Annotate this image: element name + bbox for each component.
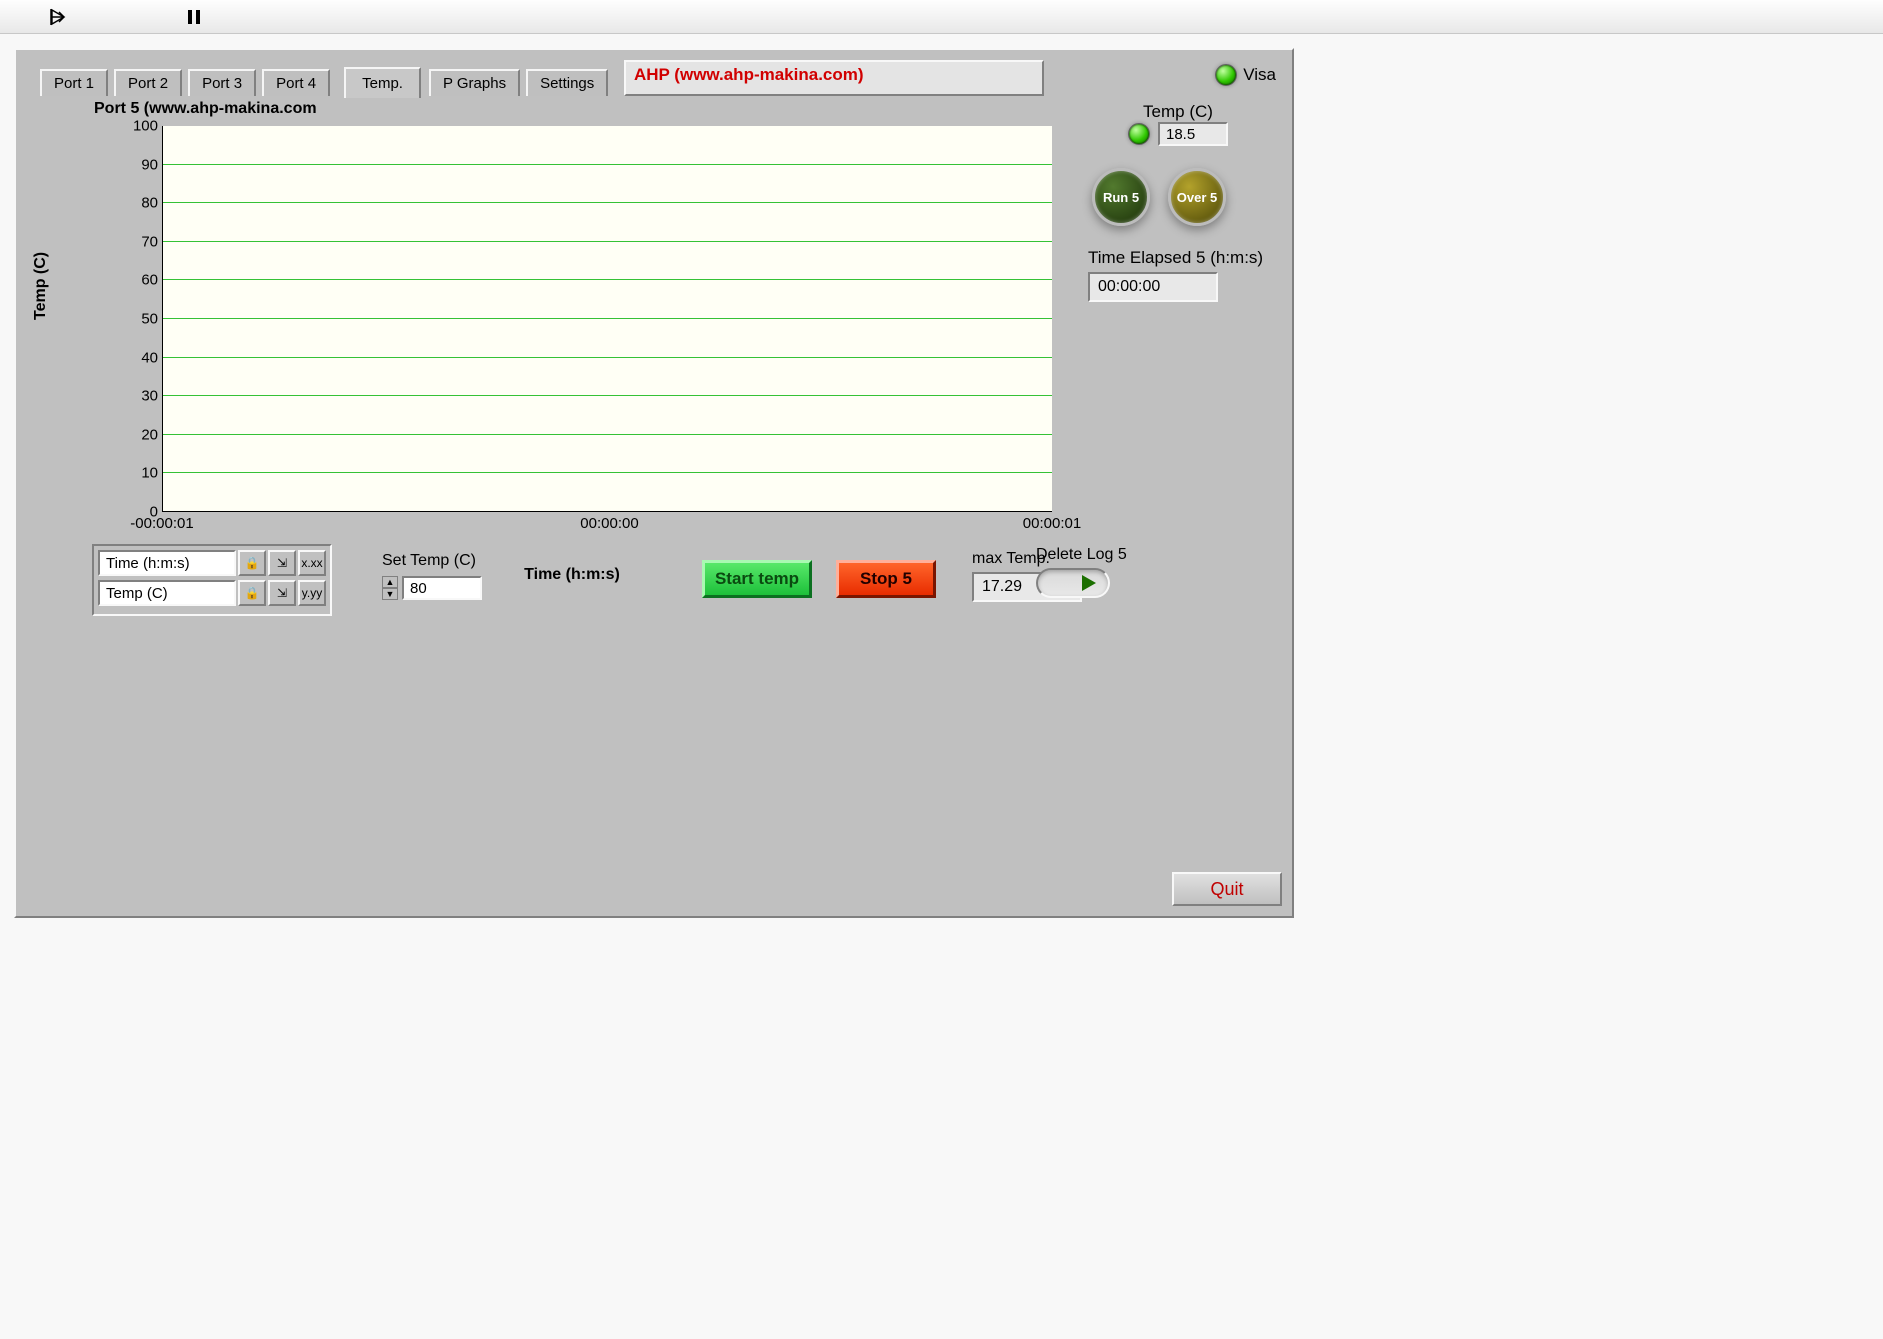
play-icon	[1082, 575, 1096, 591]
delete-log-switch[interactable]	[1036, 568, 1110, 598]
y-lock-icon[interactable]: 🔒	[238, 580, 266, 606]
ytick-20: 20	[108, 426, 158, 443]
y-axis-name-input[interactable]: Temp (C)	[98, 580, 236, 606]
run-arrow-icon[interactable]	[45, 4, 71, 30]
ytick-100: 100	[108, 118, 158, 135]
tab-port2[interactable]: Port 2	[114, 69, 182, 96]
temp-led-icon	[1128, 123, 1150, 145]
delete-log-control: Delete Log 5	[1036, 546, 1186, 598]
main-panel: Port 1 Port 2 Port 3 Port 4 Temp. P Grap…	[14, 48, 1294, 918]
over5-button[interactable]: Over 5	[1168, 168, 1226, 226]
xtick-left: -00:00:01	[130, 515, 193, 532]
set-temp-spinner[interactable]: ▲ ▼	[382, 576, 398, 600]
stop5-button[interactable]: Stop 5	[836, 560, 936, 598]
under-chart-controls: Time (h:m:s) 🔒 ⇲ x.xx Temp (C) 🔒 ⇲ y.yy …	[92, 544, 1062, 644]
pause-icon[interactable]	[181, 4, 207, 30]
x-autoscale-icon[interactable]: ⇲	[268, 550, 296, 576]
tab-content: Port 5 (www.ahp-makina.com Temp (C) 100 …	[28, 96, 1280, 860]
ytick-90: 90	[108, 156, 158, 173]
visa-indicator: Visa	[1215, 64, 1276, 86]
y-format-icon[interactable]: y.yy	[298, 580, 326, 606]
xtick-center: 00:00:00	[580, 515, 638, 532]
tab-port3[interactable]: Port 3	[188, 69, 256, 96]
x-axis-name-input[interactable]: Time (h:m:s)	[98, 550, 236, 576]
quit-button[interactable]: Quit	[1172, 872, 1282, 906]
ytick-50: 50	[108, 311, 158, 328]
ytick-80: 80	[108, 195, 158, 212]
tab-settings[interactable]: Settings	[526, 69, 608, 96]
visa-led-icon	[1215, 64, 1237, 86]
chart-x-ticks: -00:00:01 00:00:00 00:00:01	[162, 515, 1052, 532]
chart-y-label: Temp (C)	[32, 252, 50, 320]
set-temp-input[interactable]: 80	[402, 576, 482, 600]
tab-pgraphs[interactable]: P Graphs	[429, 69, 520, 96]
spin-down-icon[interactable]: ▼	[382, 588, 398, 600]
start-temp-button[interactable]: Start temp	[702, 560, 812, 598]
tab-strip: Port 1 Port 2 Port 3 Port 4 Temp. P Grap…	[40, 64, 614, 100]
toolbar	[0, 0, 1883, 34]
x-format-icon[interactable]: x.xx	[298, 550, 326, 576]
chart[interactable]: Temp (C) 100 90 80 70 60 50 40 30	[92, 120, 1052, 540]
run5-button[interactable]: Run 5	[1092, 168, 1150, 226]
elapsed-label: Time Elapsed 5 (h:m:s)	[1088, 248, 1268, 268]
ytick-60: 60	[108, 272, 158, 289]
xtick-right: 00:00:01	[1023, 515, 1081, 532]
ytick-40: 40	[108, 349, 158, 366]
title-banner: AHP (www.ahp-makina.com)	[624, 60, 1044, 96]
ytick-10: 10	[108, 465, 158, 482]
elapsed-value: 00:00:00	[1088, 272, 1218, 302]
right-panel: Temp (C) 18.5 Run 5 Over 5 Time Elapsed …	[1088, 102, 1268, 302]
set-temp-control: Set Temp (C) ▲ ▼ 80	[382, 552, 482, 600]
visa-label: Visa	[1243, 65, 1276, 85]
delete-log-label: Delete Log 5	[1036, 546, 1186, 564]
temp-readout-label: Temp (C)	[1088, 102, 1268, 122]
x-lock-icon[interactable]: 🔒	[238, 550, 266, 576]
tab-port4[interactable]: Port 4	[262, 69, 330, 96]
temp-readout-value: 18.5	[1158, 122, 1228, 146]
axis-palette: Time (h:m:s) 🔒 ⇲ x.xx Temp (C) 🔒 ⇲ y.yy	[92, 544, 332, 616]
chart-title: Port 5 (www.ahp-makina.com	[94, 100, 317, 118]
ytick-70: 70	[108, 233, 158, 250]
tab-port1[interactable]: Port 1	[40, 69, 108, 96]
set-temp-label: Set Temp (C)	[382, 552, 482, 570]
y-autoscale-icon[interactable]: ⇲	[268, 580, 296, 606]
chart-plot-area[interactable]	[162, 126, 1052, 512]
ytick-30: 30	[108, 388, 158, 405]
tab-temp[interactable]: Temp.	[344, 67, 421, 98]
spin-up-icon[interactable]: ▲	[382, 576, 398, 588]
